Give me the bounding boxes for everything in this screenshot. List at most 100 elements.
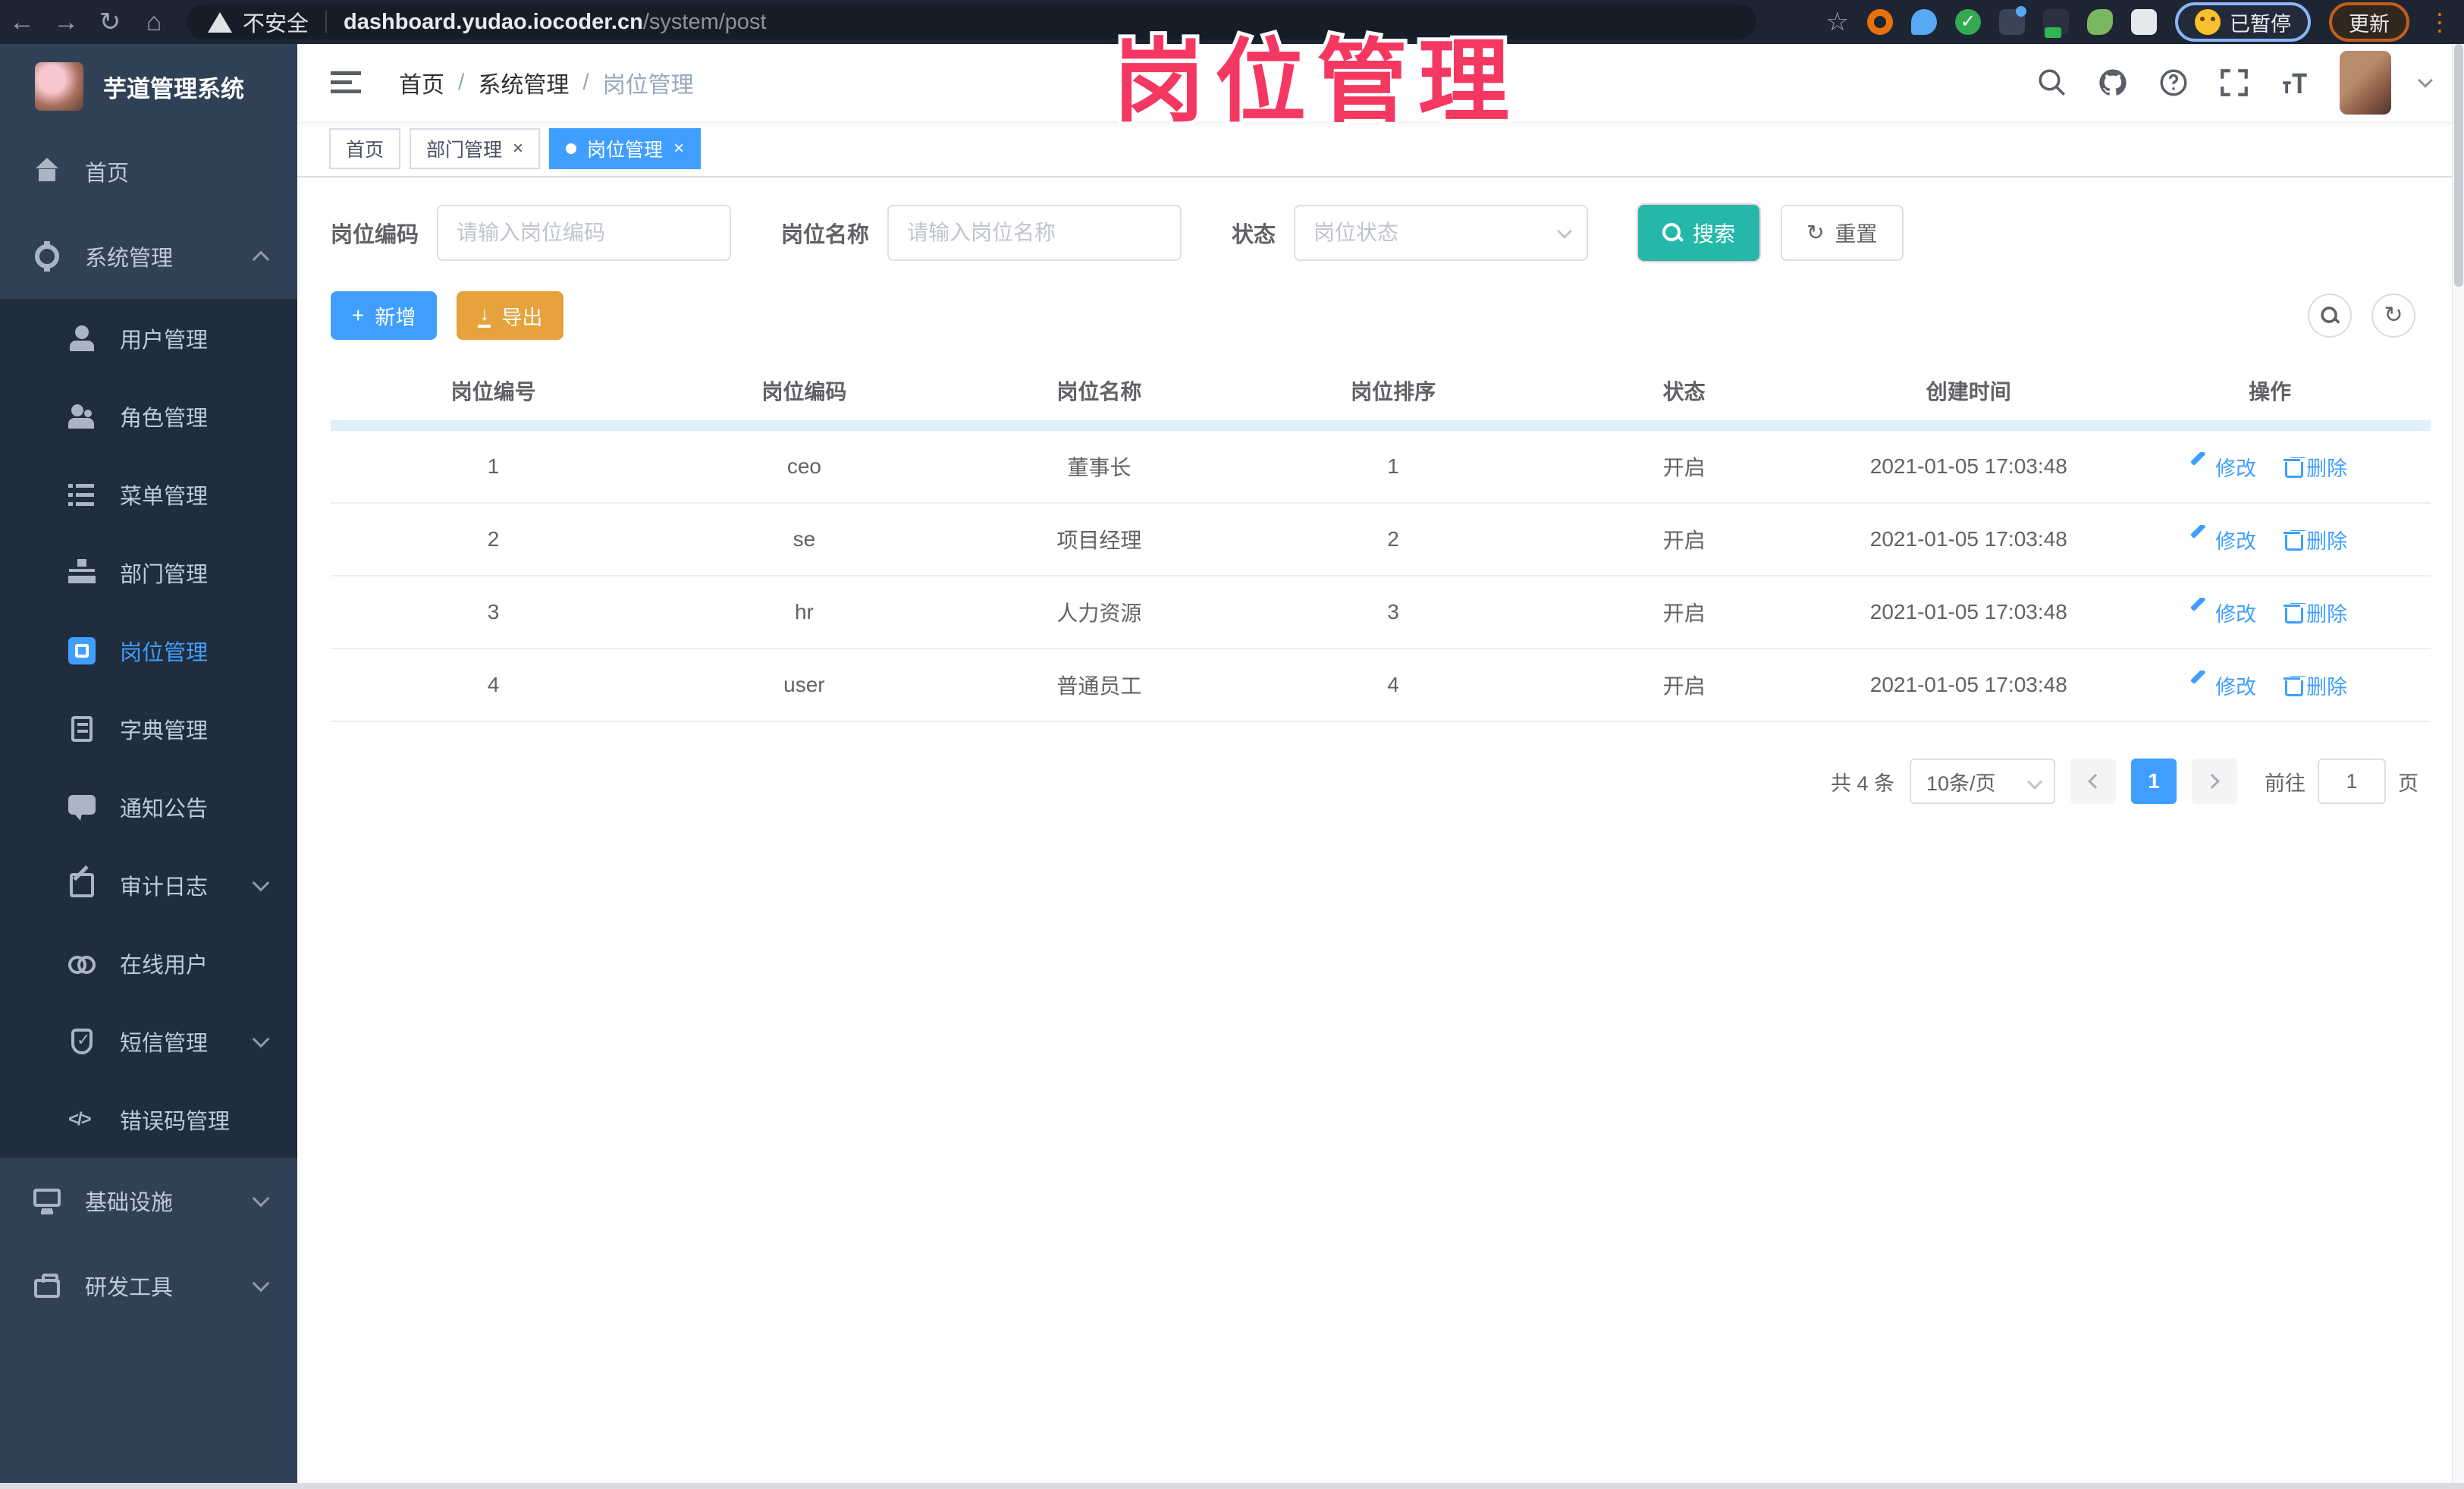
update-label: 更新 xyxy=(2349,12,2390,36)
export-button[interactable]: ↓ 导出 xyxy=(457,291,564,340)
chevron-down-icon[interactable] xyxy=(2418,73,2433,88)
edit-icon xyxy=(2192,677,2209,693)
extension-icon-1[interactable] xyxy=(1867,9,1893,35)
sidebar-item-label: 字典管理 xyxy=(120,718,209,743)
infra-icon xyxy=(33,1187,61,1214)
reset-button[interactable]: ↻ 重置 xyxy=(1781,205,1904,261)
home-icon[interactable]: ⌂ xyxy=(132,8,176,37)
sidebar-item-1[interactable]: 系统管理 xyxy=(0,214,297,299)
page-size-select[interactable]: 10条/页 xyxy=(1910,759,2055,804)
app-logo-row[interactable]: 芋道管理系统 xyxy=(0,44,297,129)
tab-0[interactable]: 首页 xyxy=(329,128,401,169)
delete-link[interactable]: 删除 xyxy=(2284,598,2347,627)
sidebar-item-1-0[interactable]: 用户管理 xyxy=(0,299,297,377)
back-icon[interactable]: ← xyxy=(0,8,44,37)
cell-operations: 修改 删除 xyxy=(2109,671,2431,700)
divider xyxy=(325,11,328,33)
address-bar[interactable]: 不安全 dashboard.yudao.iocoder.cn/system/po… xyxy=(187,5,1756,39)
add-button[interactable]: + 新增 xyxy=(331,291,438,340)
breadcrumb-item[interactable]: 系统管理 xyxy=(478,66,569,99)
dept-icon xyxy=(68,558,96,586)
sidebar-item-1-9[interactable]: 短信管理 xyxy=(0,1002,297,1080)
status-select-input[interactable] xyxy=(1294,205,1589,261)
sidebar-item-1-6[interactable]: 通知公告 xyxy=(0,768,297,846)
edit-link[interactable]: 修改 xyxy=(2192,525,2256,554)
cell-status: 开启 xyxy=(1662,674,1706,698)
edit-link[interactable]: 修改 xyxy=(2192,452,2256,482)
sidebar-item-1-8[interactable]: 在线用户 xyxy=(0,924,297,1002)
toggle-search-button[interactable] xyxy=(2308,294,2352,338)
sidebar-item-label: 通知公告 xyxy=(120,796,209,821)
post-code-input[interactable] xyxy=(437,205,732,261)
active-dot xyxy=(566,143,577,154)
extension-icon-6[interactable] xyxy=(2087,9,2113,35)
next-page-button[interactable] xyxy=(2192,759,2237,804)
page-scrollbar[interactable] xyxy=(2452,44,2464,1483)
sidebar-item-3[interactable]: 研发工具 xyxy=(0,1243,297,1328)
github-icon[interactable] xyxy=(2097,67,2129,99)
extensions-puzzle-icon[interactable] xyxy=(2131,9,2157,35)
cell-code: se xyxy=(793,527,816,551)
breadcrumb-item[interactable]: 首页 xyxy=(399,66,444,99)
sidebar-item-label: 部门管理 xyxy=(120,562,209,587)
prev-page-button[interactable] xyxy=(2070,759,2116,804)
plus-icon: + xyxy=(352,303,365,327)
cell-code: ceo xyxy=(786,454,821,478)
delete-link[interactable]: 删除 xyxy=(2284,525,2347,554)
extension-icon-2[interactable] xyxy=(1911,9,1937,35)
refresh-table-button[interactable]: ↻ xyxy=(2371,294,2415,338)
fullscreen-icon[interactable] xyxy=(2218,67,2250,99)
sidebar-item-1-1[interactable]: 角色管理 xyxy=(0,377,297,455)
breadcrumb-separator: / xyxy=(458,70,465,95)
trash-icon xyxy=(2284,603,2304,624)
extension-icon-5[interactable] xyxy=(2043,9,2069,38)
table-highlight-strip xyxy=(331,420,2431,431)
search-button[interactable]: 搜索 xyxy=(1638,205,1760,261)
paused-extension-button[interactable]: 已暂停 xyxy=(2175,2,2311,42)
bookmark-star-icon[interactable]: ☆ xyxy=(1826,7,1849,37)
scrollbar-thumb[interactable] xyxy=(2454,44,2463,287)
tab-2[interactable]: 岗位管理 × xyxy=(549,128,702,169)
browser-menu-icon[interactable]: ⋮ xyxy=(2428,8,2452,36)
cell-status: 开启 xyxy=(1662,602,1706,625)
close-icon[interactable]: × xyxy=(673,140,684,158)
tab-1[interactable]: 部门管理 × xyxy=(410,128,541,169)
sidebar-item-1-7[interactable]: 审计日志 xyxy=(0,846,297,924)
cell-status: 开启 xyxy=(1662,529,1706,552)
extension-icon-3[interactable]: ✓ xyxy=(1955,9,1981,35)
hamburger-icon[interactable] xyxy=(331,71,361,94)
edit-link[interactable]: 修改 xyxy=(2192,671,2256,700)
cell-operations: 修改 删除 xyxy=(2109,452,2431,482)
status-select[interactable] xyxy=(1294,205,1589,261)
extension-icon-4[interactable] xyxy=(1999,6,2026,35)
sidebar-item-1-2[interactable]: 菜单管理 xyxy=(0,455,297,533)
table-header: 岗位编号 岗位编码 岗位名称 岗位排序 状态 创建时间 操作 xyxy=(331,361,2431,420)
chevron-down-icon xyxy=(252,1274,270,1293)
sidebar-item-label: 短信管理 xyxy=(120,1031,209,1056)
chrome-update-button[interactable]: 更新 xyxy=(2329,2,2409,42)
sidebar-item-0[interactable]: 首页 xyxy=(0,129,297,214)
post-name-input[interactable] xyxy=(887,205,1182,261)
reload-icon[interactable]: ↻ xyxy=(88,7,132,37)
table-row: 3 hr 人力资源 3 开启 2021-01-05 17:03:48 修改 删除 xyxy=(331,576,2431,649)
sidebar-item-1-3[interactable]: 部门管理 xyxy=(0,533,297,611)
sidebar-item-2[interactable]: 基础设施 xyxy=(0,1158,297,1243)
forward-icon[interactable]: → xyxy=(44,8,88,37)
menu-icon xyxy=(68,480,96,508)
page-jump-input[interactable] xyxy=(2318,759,2386,804)
app-title: 芋道管理系统 xyxy=(103,75,244,102)
avatar[interactable] xyxy=(2340,51,2391,115)
sidebar-item-1-5[interactable]: 字典管理 xyxy=(0,690,297,768)
sidebar-item-1-10[interactable]: </> 错误码管理 xyxy=(0,1080,297,1158)
app-logo xyxy=(35,62,83,111)
font-size-icon[interactable] xyxy=(2279,67,2311,99)
close-icon[interactable]: × xyxy=(513,140,523,158)
delete-link[interactable]: 删除 xyxy=(2284,452,2347,482)
status-label: 状态 xyxy=(1232,223,1276,247)
edit-link[interactable]: 修改 xyxy=(2192,598,2256,627)
search-icon[interactable] xyxy=(2036,67,2068,99)
current-page[interactable]: 1 xyxy=(2131,759,2177,804)
help-icon[interactable] xyxy=(2158,67,2189,99)
delete-link[interactable]: 删除 xyxy=(2284,671,2347,700)
sidebar-item-1-4[interactable]: 岗位管理 xyxy=(0,611,297,690)
